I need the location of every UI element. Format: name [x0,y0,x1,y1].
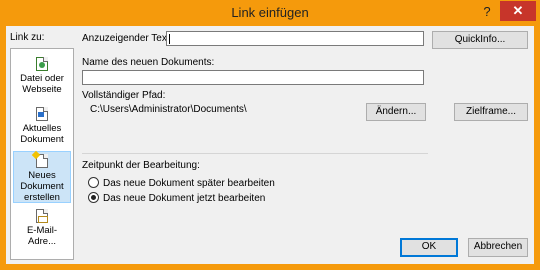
dialog-client: Link zu: Datei oder Webseite Aktuelles D… [6,26,534,264]
new-document-name-input[interactable] [82,70,424,85]
link-to-email-address-label: E-Mail-Adre... [26,225,58,247]
web-page-icon [36,57,48,71]
screentip-button[interactable]: QuickInfo... [432,31,528,49]
dialog-title: Link einfügen [231,5,309,20]
new-document-icon [36,154,48,168]
help-button[interactable]: ? [474,1,500,23]
new-document-name-label: Name des neuen Dokuments: [82,57,215,68]
edit-later-radio[interactable] [88,177,99,188]
edit-later-label[interactable]: Das neue Dokument später bearbeiten [103,178,275,189]
link-to-panel: Datei oder Webseite Aktuelles Dokument N… [10,48,74,260]
link-to-label: Link zu: [10,32,45,43]
radio-selected-dot [91,195,96,200]
display-text-input[interactable] [166,31,424,46]
link-to-current-document-label-1: Aktuelles [22,123,62,134]
separator [82,153,428,154]
link-to-new-document-label-1: Neues [28,170,56,181]
link-to-web-page-label-2: Webseite [22,84,62,95]
link-to-web-page-label-1: Datei oder [20,73,64,84]
link-to-new-document-label-3: erstellen [24,192,60,203]
change-button[interactable]: Ändern... [366,103,426,121]
current-document-icon [36,107,48,121]
full-path-value: C:\Users\Administrator\Documents\ [90,104,247,115]
target-frame-button[interactable]: Zielframe... [454,103,528,121]
edit-time-label: Zeitpunkt der Bearbeitung: [82,160,200,171]
close-button[interactable]: ✕ [500,1,536,21]
link-to-current-document[interactable]: Aktuelles Dokument [13,107,71,145]
link-to-web-page[interactable]: Datei oder Webseite [13,57,71,95]
link-to-email-address[interactable]: E-Mail-Adre... [13,209,71,247]
ok-button[interactable]: OK [400,238,458,257]
link-to-new-document-label-2: Dokument [20,181,64,192]
email-address-icon [36,209,48,223]
link-to-new-document[interactable]: Neues Dokument erstellen [13,151,71,203]
display-text-label: Anzuzeigender Text: [82,33,173,44]
text-caret [169,34,170,44]
cancel-button[interactable]: Abbrechen [468,238,528,257]
edit-now-radio[interactable] [88,192,99,203]
link-to-current-document-label-2: Dokument [20,134,64,145]
full-path-label: Vollständiger Pfad: [82,90,166,101]
edit-now-label[interactable]: Das neue Dokument jetzt bearbeiten [103,193,265,204]
title-bar[interactable]: Link einfügen ? ✕ [0,0,540,26]
